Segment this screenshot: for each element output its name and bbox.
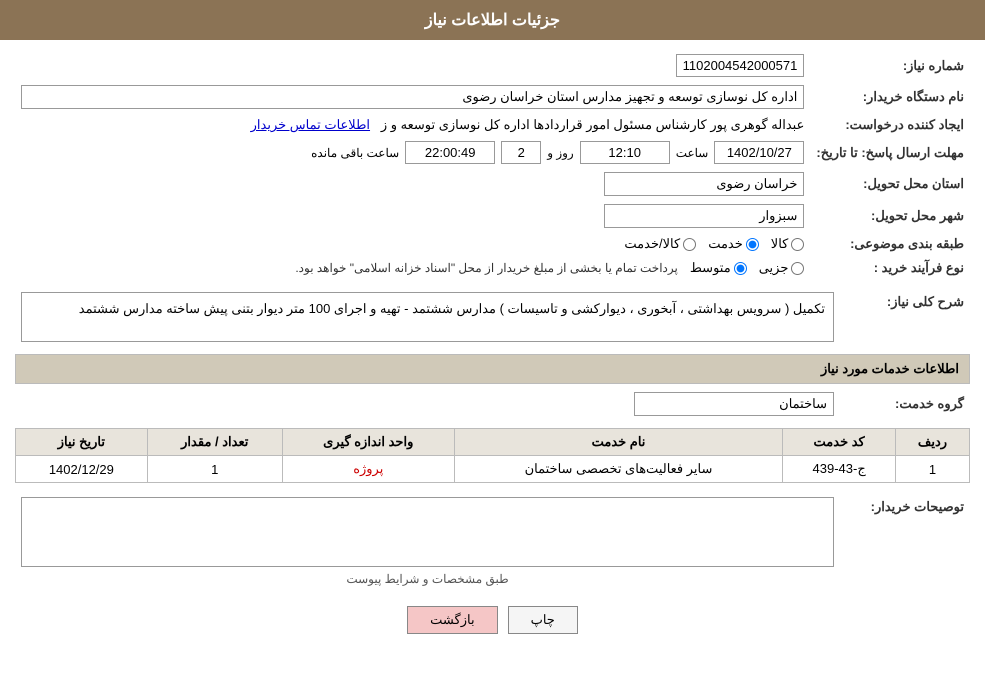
sharh-table: شرح کلی نیاز: تکمیل ( سرویس بهداشتی ، آب…	[15, 288, 970, 346]
row-shahr: شهر محل تحویل: سبزوار	[15, 200, 970, 232]
table-row: 1 ج-43-439 سایر فعالیت‌های تخصصی ساختمان…	[16, 456, 970, 483]
creator-value: عبداله گوهری پور کارشناس مسئول امور قرار…	[381, 117, 804, 132]
radio-jozi-input[interactable]	[791, 262, 804, 275]
remaining-label: ساعت باقی مانده	[311, 146, 399, 160]
radio-kala-label: کالا	[771, 236, 789, 252]
radio-kala-khedmat-label: کالا/خدمت	[624, 236, 680, 252]
group-label: گروه خدمت:	[840, 388, 970, 420]
farayand-note: پرداخت تمام یا بخشی از مبلغ خریدار از مح…	[295, 261, 678, 275]
info-table: شماره نیاز: 1102004542000571 نام دستگاه …	[15, 50, 970, 280]
radio-motavasset-label: متوسط	[690, 260, 731, 276]
services-header-row: ردیف کد خدمت نام خدمت واحد اندازه گیری ت…	[16, 429, 970, 456]
sharh-value: تکمیل ( سرویس بهداشتی ، آبخوری ، دیوارکش…	[21, 292, 834, 342]
page-header: جزئیات اطلاعات نیاز	[0, 0, 985, 40]
creator-label: ایجاد کننده درخواست:	[810, 113, 970, 137]
row-sharh: شرح کلی نیاز: تکمیل ( سرویس بهداشتی ، آب…	[15, 288, 970, 346]
shahr-value: سبزوار	[604, 204, 804, 228]
name-darkhast-label: نام دستگاه خریدار:	[810, 81, 970, 113]
row-shomara: شماره نیاز: 1102004542000571	[15, 50, 970, 81]
radio-khedmat[interactable]: خدمت	[708, 236, 759, 252]
cell-count: 1	[147, 456, 282, 483]
group-table: گروه خدمت: ساختمان	[15, 388, 970, 420]
th-count: تعداد / مقدار	[147, 429, 282, 456]
days-value: 2	[501, 141, 541, 164]
page-wrapper: جزئیات اطلاعات نیاز شماره نیاز: 11020045…	[0, 0, 985, 691]
header-title: جزئیات اطلاعات نیاز	[425, 12, 560, 29]
ostan-label: استان محل تحویل:	[810, 168, 970, 200]
radio-kala-khedmat-input[interactable]	[683, 238, 696, 251]
shomara-value: 1102004542000571	[676, 54, 805, 77]
tabaqe-radio-group: کالا خدمت کالا/خدمت	[21, 236, 804, 252]
services-table: ردیف کد خدمت نام خدمت واحد اندازه گیری ت…	[15, 428, 970, 483]
group-value: ساختمان	[634, 392, 834, 416]
th-code: کد خدمت	[783, 429, 896, 456]
farayand-label: نوع فرآیند خرید :	[810, 256, 970, 280]
th-unit: واحد اندازه گیری	[282, 429, 454, 456]
khadamat-title: اطلاعات خدمات مورد نیاز	[15, 354, 970, 384]
shahr-label: شهر محل تحویل:	[810, 200, 970, 232]
radio-khedmat-label: خدمت	[708, 236, 743, 252]
buttons-row: چاپ بازگشت	[15, 606, 970, 634]
row-farayand: نوع فرآیند خرید : جزیی متوسط پرداخت تمام…	[15, 256, 970, 280]
tosif-textarea[interactable]	[21, 497, 834, 567]
row-date: مهلت ارسال پاسخ: تا تاریخ: 1402/10/27 سا…	[15, 137, 970, 168]
radio-jozi-label: جزیی	[759, 260, 789, 276]
cell-code: ج-43-439	[783, 456, 896, 483]
back-button[interactable]: بازگشت	[407, 606, 497, 634]
row-tabaqe: طبقه بندی موضوعی: کالا خدمت	[15, 232, 970, 256]
ostan-value: خراسان رضوی	[604, 172, 804, 196]
radio-khedmat-input[interactable]	[746, 238, 759, 251]
tosif-hint: طبق مشخصات و شرایط پیوست	[21, 570, 834, 588]
remaining-value: 22:00:49	[405, 141, 495, 164]
date-value: 1402/10/27	[714, 141, 804, 164]
radio-motavasset-input[interactable]	[734, 262, 747, 275]
cell-date: 1402/12/29	[16, 456, 148, 483]
cell-name: سایر فعالیت‌های تخصصی ساختمان	[454, 456, 783, 483]
print-button[interactable]: چاپ	[508, 606, 578, 634]
radio-kala-input[interactable]	[791, 238, 804, 251]
row-group: گروه خدمت: ساختمان	[15, 388, 970, 420]
sharh-label: شرح کلی نیاز:	[840, 288, 970, 346]
cell-radif: 1	[895, 456, 969, 483]
creator-link[interactable]: اطلاعات تماس خریدار	[251, 117, 370, 132]
radio-kala-khedmat[interactable]: کالا/خدمت	[624, 236, 696, 252]
services-table-body: 1 ج-43-439 سایر فعالیت‌های تخصصی ساختمان…	[16, 456, 970, 483]
tosif-table: توصیحات خریدار: طبق مشخصات و شرایط پیوست	[15, 493, 970, 592]
radio-motavasset[interactable]: متوسط	[690, 260, 747, 276]
time-label: ساعت	[676, 146, 709, 160]
th-name: نام خدمت	[454, 429, 783, 456]
mohlat-label: مهلت ارسال پاسخ: تا تاریخ:	[810, 137, 970, 168]
services-table-head: ردیف کد خدمت نام خدمت واحد اندازه گیری ت…	[16, 429, 970, 456]
name-darkhast-value: اداره کل نوسازی توسعه و تجهیز مدارس استا…	[21, 85, 804, 109]
tosif-label: توصیحات خریدار:	[840, 493, 970, 592]
radio-kala[interactable]: کالا	[771, 236, 805, 252]
row-name-darkhast: نام دستگاه خریدار: اداره کل نوسازی توسعه…	[15, 81, 970, 113]
cell-unit[interactable]: پروژه	[282, 456, 454, 483]
th-date: تاریخ نیاز	[16, 429, 148, 456]
row-ostan: استان محل تحویل: خراسان رضوی	[15, 168, 970, 200]
farayand-radio-group: جزیی متوسط پرداخت تمام یا بخشی از مبلغ خ…	[21, 260, 804, 276]
th-radif: ردیف	[895, 429, 969, 456]
days-label: روز و	[547, 146, 574, 160]
row-creator: ایجاد کننده درخواست: عبداله گوهری پور کا…	[15, 113, 970, 137]
shomara-label: شماره نیاز:	[810, 50, 970, 81]
row-tosif: توصیحات خریدار: طبق مشخصات و شرایط پیوست	[15, 493, 970, 592]
time-value: 12:10	[580, 141, 670, 164]
content-area: شماره نیاز: 1102004542000571 نام دستگاه …	[0, 40, 985, 654]
tabaqe-label: طبقه بندی موضوعی:	[810, 232, 970, 256]
radio-jozi[interactable]: جزیی	[759, 260, 805, 276]
